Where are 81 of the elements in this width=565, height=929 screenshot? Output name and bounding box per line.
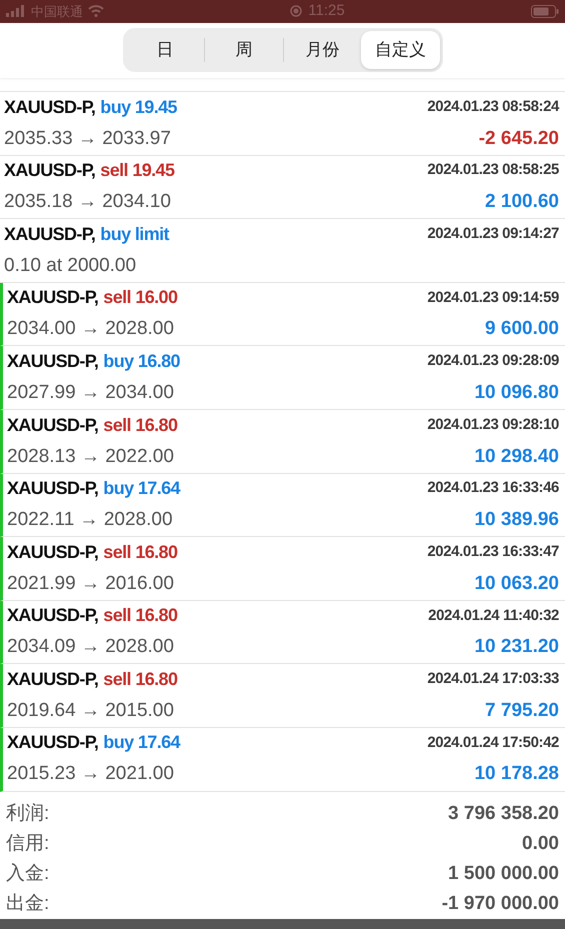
symbol-text: XAUUSD-P, bbox=[7, 414, 98, 437]
profit-text: 10 231.20 bbox=[474, 635, 559, 660]
period-tab[interactable]: 日 bbox=[126, 31, 204, 70]
symbol-text: XAUUSD-P, bbox=[4, 222, 96, 246]
time-text: 2024.01.24 17:50:42 bbox=[427, 732, 559, 753]
summary-value: -1 970 000.00 bbox=[442, 892, 559, 916]
trade-row[interactable]: XAUUSD-P, sell 16.80 2024.01.24 11:40:32 2034.09 → 2028.00 10 231.20 bbox=[0, 600, 565, 664]
profit-text: 10 063.20 bbox=[474, 572, 559, 596]
symbol-text: XAUUSD-P, bbox=[4, 159, 96, 182]
period-tab[interactable]: 月份 bbox=[284, 31, 361, 70]
action-text: sell 19.45 bbox=[100, 159, 174, 182]
time-text: 2024.01.23 08:58:24 bbox=[427, 96, 559, 117]
trade-row[interactable]: XAUUSD-P, sell 16.80 2024.01.23 09:28:10 2028.13 → 2022.00 10 298.40 bbox=[0, 410, 565, 474]
profit-text: 2 100.60 bbox=[485, 190, 559, 214]
time-text: 2024.01.23 16:33:47 bbox=[427, 542, 559, 562]
action-text: sell 16.80 bbox=[103, 604, 178, 628]
trade-row[interactable]: XAUUSD-P, buy 16.80 2024.01.23 09:28:09 2027.99 → 2034.00 10 096.80 bbox=[0, 346, 565, 410]
time-text: 2024.01.23 16:33:46 bbox=[427, 478, 559, 498]
profit-text: 7 795.20 bbox=[485, 698, 559, 723]
action-text: buy 16.80 bbox=[103, 350, 180, 373]
symbol-text: XAUUSD-P, bbox=[7, 668, 98, 691]
summary-value: 0.00 bbox=[522, 832, 559, 856]
summary-label: 利润: bbox=[6, 802, 50, 826]
trade-row[interactable]: XAUUSD-P, sell 19.45 2024.01.23 08:58:25 2035.18 → 2034.10 2 100.60 bbox=[0, 156, 565, 220]
trade-row[interactable]: XAUUSD-P, buy 17.64 2024.01.23 16:33:46 2022.11 → 2028.00 10 389.96 bbox=[0, 474, 565, 538]
profit-text: 10 298.40 bbox=[474, 444, 559, 469]
price-text: 0.10 at 2000.00 bbox=[4, 254, 136, 278]
symbol-text: XAUUSD-P, bbox=[7, 350, 98, 373]
action-text: buy 17.64 bbox=[103, 477, 180, 500]
price-text: 2027.99 → 2034.00 bbox=[7, 380, 174, 405]
price-text: 2028.13 → 2022.00 bbox=[7, 444, 174, 469]
summary-value: 3 796 358.20 bbox=[448, 802, 559, 826]
price-text: 2019.64 → 2015.00 bbox=[7, 698, 174, 723]
price-text: 2015.23 → 2021.00 bbox=[7, 762, 174, 786]
time-text: 2024.01.23 09:14:59 bbox=[427, 288, 559, 308]
time-text: 2024.01.23 09:28:10 bbox=[427, 414, 559, 435]
time-text: 2024.01.23 09:28:09 bbox=[427, 351, 559, 372]
battery-icon bbox=[531, 4, 559, 18]
time-text: 2024.01.23 09:14:27 bbox=[427, 224, 559, 244]
action-text: sell 16.80 bbox=[103, 414, 178, 437]
symbol-text: XAUUSD-P, bbox=[7, 286, 98, 310]
record-icon bbox=[290, 5, 302, 18]
profit-text: 9 600.00 bbox=[485, 317, 559, 342]
symbol-text: XAUUSD-P, bbox=[7, 731, 98, 754]
trade-row[interactable]: XAUUSD-P, buy 17.64 2024.01.24 17:50:42 2015.23 → 2021.00 10 178.28 bbox=[0, 728, 565, 792]
summary-value: 1 500 000.00 bbox=[448, 862, 559, 886]
profit-text: 10 178.28 bbox=[474, 762, 559, 786]
symbol-text: XAUUSD-P, bbox=[7, 540, 98, 564]
action-text: buy 19.45 bbox=[100, 96, 177, 119]
time-text: 2024.01.24 11:40:32 bbox=[428, 606, 559, 626]
price-text: 2035.33 → 2033.97 bbox=[4, 126, 171, 151]
period-tab[interactable]: 周 bbox=[205, 31, 282, 70]
price-text: 2022.11 → 2028.00 bbox=[7, 508, 173, 532]
profit-text: 10 389.96 bbox=[474, 508, 559, 532]
symbol-text: XAUUSD-P, bbox=[7, 604, 98, 628]
signal-icon bbox=[6, 5, 26, 18]
time-text: 2024.01.24 17:03:33 bbox=[427, 669, 559, 690]
symbol-text: XAUUSD-P, bbox=[7, 477, 98, 500]
time-text: 2024.01.23 08:58:25 bbox=[427, 160, 559, 180]
trade-row[interactable]: XAUUSD-P, sell 16.80 2024.01.24 17:03:33 2019.64 → 2015.00 7 795.20 bbox=[0, 664, 565, 728]
action-text: buy limit bbox=[100, 222, 169, 246]
trade-row[interactable]: XAUUSD-P, buy 19.45 2024.01.23 08:58:24 2035.33 → 2033.97 -2 645.20 bbox=[0, 92, 565, 156]
profit-text: -2 645.20 bbox=[478, 126, 559, 151]
trade-row[interactable]: XAUUSD-P, sell 16.80 2024.01.23 16:33:47 2021.99 → 2016.00 10 063.20 bbox=[0, 537, 565, 601]
profit-text: 10 096.80 bbox=[474, 380, 559, 405]
summary-label: 信用: bbox=[6, 832, 50, 856]
trade-row[interactable]: XAUUSD-P, buy limit 2024.01.23 09:14:27 0.10 at 2000.00 bbox=[0, 219, 565, 283]
trade-row[interactable]: XAUUSD-P, sell 16.00 2024.01.23 09:14:59 2034.00 → 2028.00 9 600.00 bbox=[0, 282, 565, 346]
price-text: 2035.18 → 2034.10 bbox=[4, 190, 171, 214]
symbol-text: XAUUSD-P, bbox=[4, 96, 96, 119]
action-text: buy 17.64 bbox=[103, 731, 180, 754]
summary-label: 入金: bbox=[6, 862, 50, 886]
wifi-icon bbox=[88, 5, 104, 18]
price-text: 2034.09 → 2028.00 bbox=[7, 635, 174, 660]
action-text: sell 16.00 bbox=[103, 286, 178, 310]
action-text: sell 16.80 bbox=[103, 668, 178, 691]
action-text: sell 16.80 bbox=[103, 540, 178, 564]
summary-label: 出金: bbox=[6, 892, 50, 916]
price-text: 2034.00 → 2028.00 bbox=[7, 317, 174, 342]
period-tab[interactable]: 自定义 bbox=[361, 31, 440, 70]
price-text: 2021.99 → 2016.00 bbox=[7, 572, 174, 596]
